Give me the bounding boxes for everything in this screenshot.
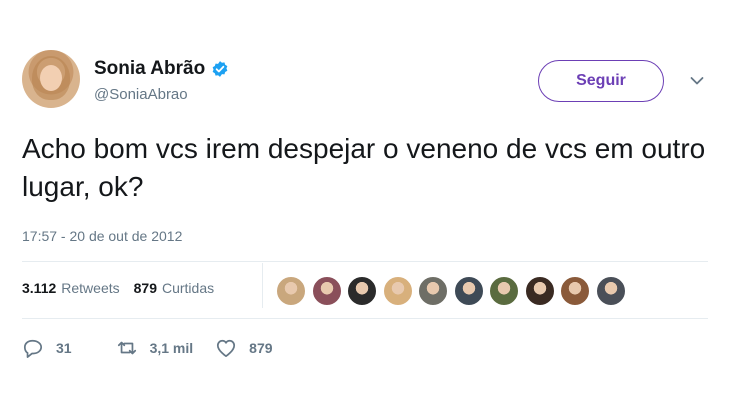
liker-avatar[interactable] [382, 276, 413, 306]
liker-avatar[interactable] [418, 276, 448, 306]
liker-avatar[interactable] [489, 276, 519, 306]
likes-stat-label: Curtidas [161, 280, 215, 296]
avatar[interactable] [22, 50, 80, 108]
divider-top [22, 261, 708, 262]
like-count: 879 [249, 340, 273, 356]
display-name[interactable]: Sonia Abrão [94, 58, 205, 80]
liker-avatar[interactable] [560, 276, 590, 306]
retweets-stat[interactable]: 3.112 Retweets [22, 280, 120, 296]
retweet-icon [117, 341, 136, 355]
tweet-text: Acho bom vcs irem despejar o veneno de v… [22, 133, 706, 202]
tweet-timestamp[interactable]: 17:57 - 20 de out de 2012 [22, 228, 182, 244]
tweet-card: Sonia Abrão @SoniaAbrao Seguir Acho bom … [0, 0, 730, 420]
reply-button[interactable]: 31 [22, 338, 72, 358]
verified-badge-icon [212, 61, 228, 77]
retweet-button[interactable]: 3,1 mil [116, 338, 194, 358]
follow-button[interactable]: Seguir [538, 60, 664, 102]
likes-stat[interactable]: 879 Curtidas [134, 280, 215, 296]
tweet-actions: 31 3,1 mil 879 [22, 338, 295, 358]
liker-avatar[interactable] [595, 276, 626, 306]
divider-bottom [22, 318, 708, 319]
liker-avatar[interactable] [347, 276, 377, 306]
retweets-stat-count: 3.112 [22, 280, 57, 296]
retweets-stat-label: Retweets [61, 280, 120, 296]
user-handle[interactable]: @SoniaAbrao [94, 86, 188, 103]
liker-avatar[interactable] [311, 276, 342, 306]
reply-icon [23, 339, 43, 358]
liker-avatar[interactable] [276, 276, 306, 306]
liker-avatars [276, 276, 631, 306]
like-button[interactable]: 879 [215, 338, 273, 358]
reply-count: 31 [56, 340, 72, 356]
user-name-row: Sonia Abrão [94, 58, 229, 80]
liker-avatar[interactable] [453, 276, 484, 306]
stats-separator [262, 263, 263, 308]
tweet-stats: 3.112 Retweets 879 Curtidas [22, 280, 228, 296]
liker-avatar[interactable] [524, 276, 555, 306]
likes-stat-count: 879 [133, 280, 157, 296]
heart-icon [217, 339, 236, 358]
chevron-down-icon[interactable] [690, 76, 704, 86]
retweet-count: 3,1 mil [149, 340, 194, 356]
